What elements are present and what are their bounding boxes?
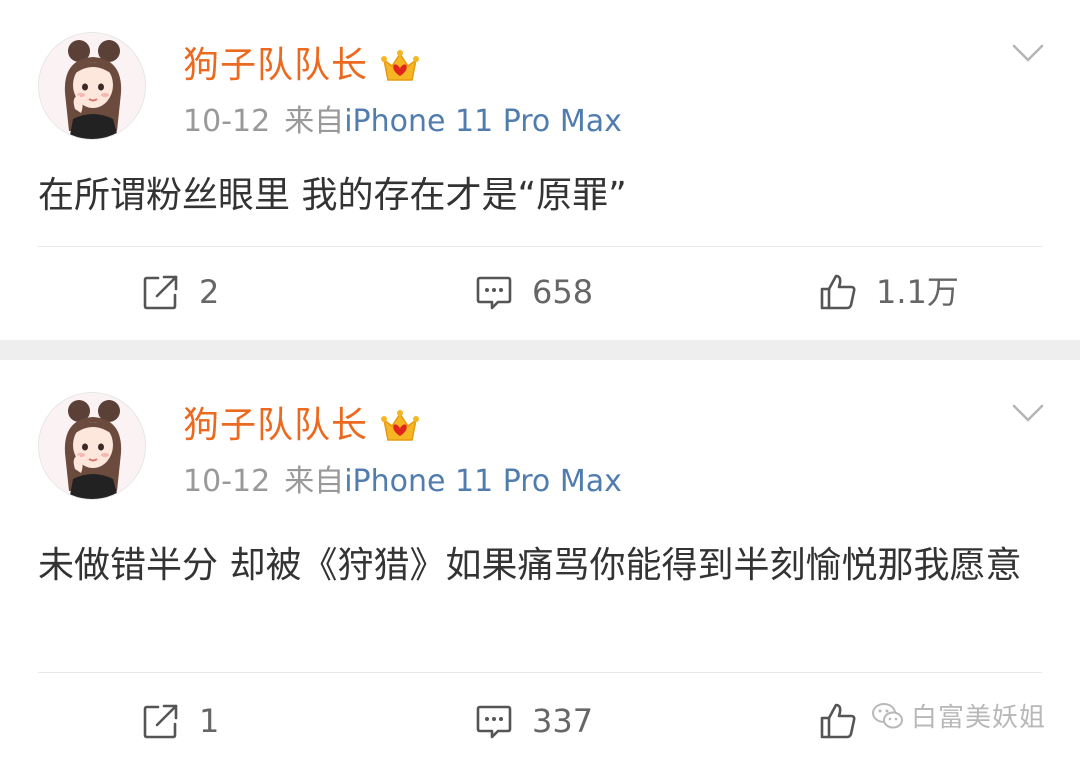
comment-count: 337 xyxy=(532,702,594,740)
post-time: 10-12 xyxy=(183,104,271,139)
device-link[interactable]: iPhone 11 Pro Max xyxy=(344,104,622,139)
post-meta: 10-12 来自iPhone 11 Pro Max xyxy=(183,462,622,502)
source-prefix: 来自 xyxy=(284,464,345,499)
divider xyxy=(38,672,1042,673)
avatar[interactable] xyxy=(38,32,146,140)
like-count: 1.1万 xyxy=(876,273,959,311)
name-row: 狗子队队长 xyxy=(183,44,420,88)
avatar[interactable] xyxy=(38,392,146,500)
username[interactable]: 狗子队队长 xyxy=(183,404,368,448)
comment-button[interactable]: 337 xyxy=(474,696,593,746)
watermark-text: 白富美妖姐 xyxy=(910,703,1046,733)
repost-button[interactable]: 2 xyxy=(141,267,219,317)
post-content: 未做错半分 却被《狩猎》如果痛骂你能得到半刻愉悦那我愿意 xyxy=(38,545,1022,586)
comment-button[interactable]: 658 xyxy=(474,267,593,317)
wechat-icon xyxy=(871,702,903,728)
username[interactable]: 狗子队队长 xyxy=(183,44,368,88)
action-bar: 2 658 1.1万 xyxy=(0,267,1080,317)
comment-icon xyxy=(476,276,512,310)
post-time: 10-12 xyxy=(183,464,271,499)
thumbs-up-icon xyxy=(820,703,856,739)
comment-count: 658 xyxy=(532,273,594,311)
like-button[interactable]: 1.1万 xyxy=(818,267,959,317)
repost-button[interactable]: 1 xyxy=(141,696,219,746)
crown-badge-icon xyxy=(381,410,420,441)
divider xyxy=(38,246,1042,247)
post-separator xyxy=(0,340,1080,360)
chevron-down-icon[interactable] xyxy=(1012,42,1044,64)
watermark: 白富美妖姐 xyxy=(870,697,1046,734)
repost-count: 2 xyxy=(199,273,220,311)
repost-icon xyxy=(143,704,178,739)
weibo-post: 狗子队队长 10-12 来自iPhone 11 Pro Max 在所谓粉丝眼里 我… xyxy=(0,0,1080,340)
crown-badge-icon xyxy=(381,50,420,81)
thumbs-up-icon xyxy=(820,274,856,310)
comment-icon xyxy=(476,705,512,739)
source-prefix: 来自 xyxy=(284,104,345,139)
device-link[interactable]: iPhone 11 Pro Max xyxy=(344,464,622,499)
post-content: 在所谓粉丝眼里 我的存在才是“原罪” xyxy=(38,175,627,216)
name-row: 狗子队队长 xyxy=(183,404,420,448)
chevron-down-icon[interactable] xyxy=(1012,402,1044,424)
post-meta: 10-12 来自iPhone 11 Pro Max xyxy=(183,102,622,142)
repost-count: 1 xyxy=(199,702,220,740)
repost-icon xyxy=(143,275,178,310)
like-button[interactable] xyxy=(818,696,876,746)
